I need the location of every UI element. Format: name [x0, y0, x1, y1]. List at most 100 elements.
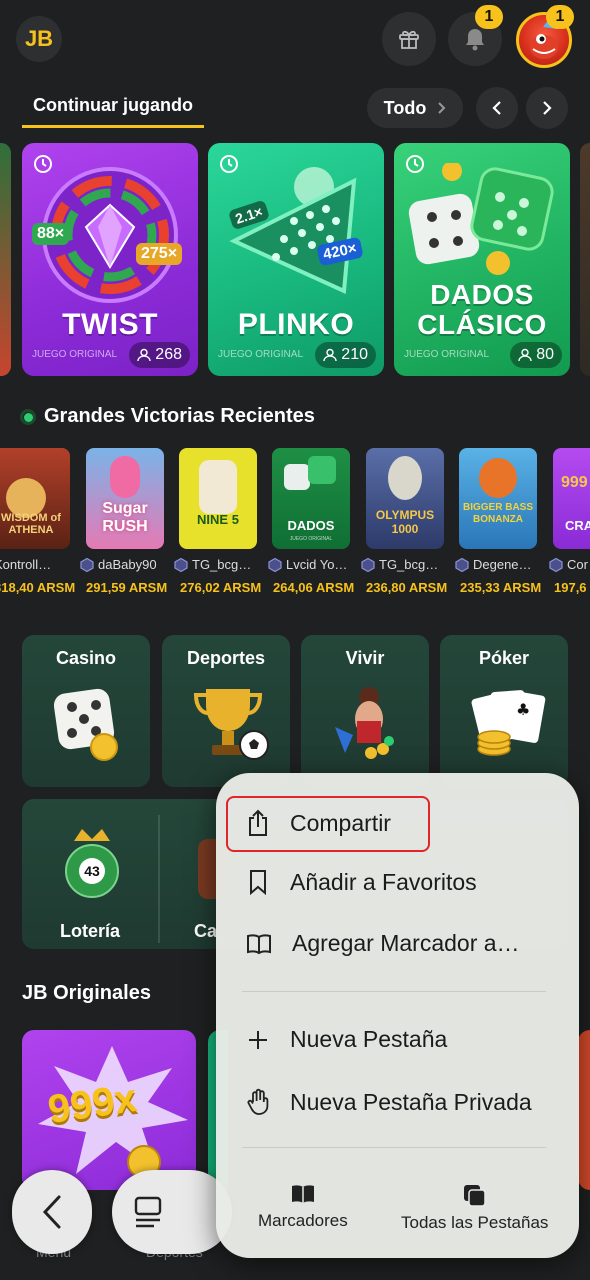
all-tabs-button[interactable]: Todas las Pestañas	[401, 1183, 548, 1233]
browser-menu-button[interactable]	[112, 1170, 232, 1254]
chevron-left-icon	[492, 101, 501, 115]
menu-item-label: Agregar Marcador a…	[292, 930, 520, 956]
svg-text:43: 43	[84, 863, 100, 879]
hand-icon	[247, 1088, 269, 1115]
player-count: 210	[315, 342, 376, 368]
win-amount: 197,6	[554, 580, 587, 595]
game-subtitle: JUEGO ORIGINAL	[404, 349, 490, 360]
game-card-plinko[interactable]: 2.1× 420× PLINKO JUEGO ORIGINAL 210	[208, 143, 384, 376]
tab-continue-playing[interactable]: Continuar jugando	[22, 90, 204, 128]
bookmark-icon	[250, 870, 266, 896]
original-card-999x[interactable]: 999x	[22, 1030, 196, 1190]
bookmarks-button[interactable]: Marcadores	[258, 1183, 348, 1231]
win-user: Lvcid Yo…	[268, 557, 347, 572]
game-card-partial[interactable]	[0, 143, 11, 376]
menu-item-label: Nueva Pestaña	[290, 1026, 448, 1052]
win-amount: 264,06 ARSM	[273, 580, 355, 595]
menu-divider	[242, 1147, 546, 1148]
user-icon	[323, 348, 337, 362]
category-deportes[interactable]: Deportes	[162, 635, 290, 787]
live-dealer-icon	[335, 687, 394, 759]
original-card-partial[interactable]	[578, 1030, 590, 1190]
category-label: Póker	[478, 648, 530, 668]
tabs-icon	[463, 1185, 486, 1207]
win-amount: 318,40 ARSM	[0, 580, 76, 595]
thumb-title: BIGGER BASS BONANZA	[463, 502, 534, 525]
category-poker[interactable]: Póker ♣	[440, 635, 568, 787]
vip-hex-icon	[361, 557, 375, 572]
user-icon	[518, 348, 532, 362]
menu-item-share[interactable]: Compartir	[246, 809, 391, 837]
player-count: 80	[510, 342, 562, 368]
plus-icon	[249, 1030, 267, 1049]
win-user: Cor	[549, 557, 588, 572]
chevron-right-icon	[543, 101, 552, 115]
browser-back-button[interactable]	[12, 1170, 92, 1254]
thumb-subtitle: JUEGO ORIGINAL	[289, 536, 333, 542]
game-card-twist[interactable]: 88× 275× TWIST JUEGO ORIGINAL 268	[22, 143, 198, 376]
menu-item-new-private-tab[interactable]: Nueva Pestaña Privada	[246, 1088, 532, 1116]
multiplier-badge: 88×	[32, 223, 70, 245]
category-label: Vivir	[345, 648, 385, 668]
menu-item-add-favorites[interactable]: Añadir a Favoritos	[246, 868, 477, 896]
vip-hex-icon	[455, 557, 469, 572]
vip-hex-icon	[549, 557, 563, 572]
thumb-title: WISDOM of ATHENA	[1, 512, 61, 536]
category-label: Casino	[55, 648, 116, 668]
win-game-thumb[interactable]: BIGGER BASS BONANZA	[459, 448, 537, 549]
category-label[interactable]: Ca	[194, 921, 217, 942]
bookmarks-label: Marcadores	[258, 1211, 348, 1230]
carousel-prev-button[interactable]	[476, 87, 518, 129]
player-count-value: 268	[155, 346, 182, 363]
cards-icon: ♣	[471, 690, 546, 756]
win-game-thumb[interactable]: OLYMPUS 1000	[366, 448, 444, 549]
view-all-button[interactable]: Todo	[367, 88, 463, 128]
win-user: TG_bcg…	[174, 557, 251, 572]
avatar-badge: 1	[546, 5, 574, 29]
win-game-thumb[interactable]: DADOS JUEGO ORIGINAL	[272, 448, 350, 549]
book-icon	[247, 933, 271, 954]
game-title: DADOS CLÁSICO	[417, 279, 547, 340]
plinko-board-art	[229, 167, 357, 294]
category-label: Deportes	[186, 648, 266, 668]
thumb-title: DADOS	[287, 518, 335, 533]
player-count-value: 210	[341, 346, 368, 363]
dice-art	[408, 163, 554, 275]
category-casino[interactable]: Casino	[22, 635, 150, 787]
originals-title: JB Originales	[22, 982, 151, 1004]
live-indicator	[20, 409, 36, 425]
player-count: 268	[129, 342, 190, 368]
player-count-value: 80	[536, 346, 554, 363]
chevron-right-icon	[438, 102, 446, 114]
win-game-thumb[interactable]: Sugar RUSH	[86, 448, 164, 549]
lottery-ball-icon: 43	[65, 829, 119, 898]
thumb-title: NINE 5	[197, 512, 239, 527]
win-game-thumb[interactable]: 999 CRA	[553, 448, 590, 549]
thumb-subtitle: CRA	[565, 518, 590, 533]
gift-button[interactable]	[382, 12, 436, 66]
divider	[158, 815, 160, 943]
win-user: TG_bcg…	[361, 557, 438, 572]
carousel-next-button[interactable]	[526, 87, 568, 129]
game-subtitle: JUEGO ORIGINAL	[218, 349, 304, 360]
win-game-thumb[interactable]: WISDOM of ATHENA	[0, 448, 70, 549]
menu-item-add-bookmark[interactable]: Agregar Marcador a…	[246, 930, 520, 957]
vip-hex-icon	[174, 557, 188, 572]
win-amount: 235,33 ARSM	[460, 580, 542, 595]
menu-item-new-tab[interactable]: Nueva Pestaña	[246, 1026, 447, 1053]
recent-wins-title: Grandes Victorias Recientes	[44, 405, 315, 427]
win-game-thumb[interactable]: NINE 5	[179, 448, 257, 549]
chevron-left-icon	[42, 1195, 61, 1229]
game-card-partial[interactable]	[580, 143, 590, 376]
brand-logo[interactable]: JB	[16, 16, 62, 62]
all-tabs-label: Todas las Pestañas	[401, 1213, 549, 1232]
category-loteria[interactable]: 43 Lotería	[22, 799, 158, 949]
win-amount: 291,59 ARSM	[86, 580, 168, 595]
share-icon	[249, 809, 267, 836]
book-open-icon	[291, 1185, 314, 1203]
view-all-label: Todo	[383, 97, 427, 118]
game-card-dados-clasico[interactable]: DADOS CLÁSICO JUEGO ORIGINAL 80	[394, 143, 570, 376]
category-vivir[interactable]: Vivir	[301, 635, 429, 787]
win-amount: 276,02 ARSM	[180, 580, 262, 595]
menu-divider	[242, 991, 546, 992]
